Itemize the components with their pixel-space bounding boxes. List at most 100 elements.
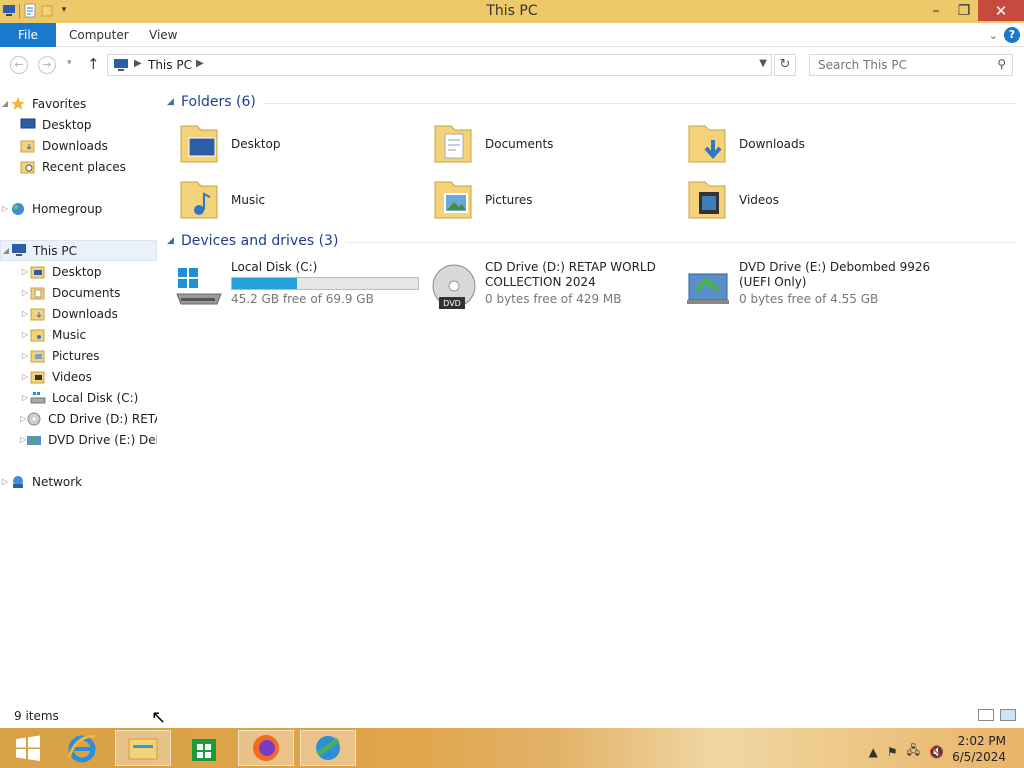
expand-icon[interactable]: ▷ xyxy=(20,288,30,297)
expand-icon[interactable]: ▷ xyxy=(0,477,10,486)
folder-pictures[interactable]: Pictures xyxy=(421,174,671,226)
folder-icon xyxy=(30,306,47,321)
nav-pc-dvd-drive[interactable]: ▷ DVD Drive (E:) Debor xyxy=(0,429,157,450)
store-icon[interactable] xyxy=(176,730,232,766)
address-bar[interactable]: ▶ This PC ▶ ▼ xyxy=(107,54,772,76)
folder-documents[interactable]: Documents xyxy=(421,118,671,170)
folder-downloads[interactable]: Downloads xyxy=(675,118,925,170)
up-button[interactable]: ↑ xyxy=(87,55,100,73)
start-button[interactable] xyxy=(0,730,56,766)
nav-pc-desktop[interactable]: ▷ Desktop xyxy=(0,261,157,282)
this-pc-icon xyxy=(113,58,129,72)
hard-drive-icon xyxy=(30,390,47,405)
folders-group-header[interactable]: ◢ Folders (6) xyxy=(167,94,1017,110)
mouse-cursor-icon: ↖ xyxy=(151,707,167,728)
show-hidden-icons-icon[interactable]: ▲ xyxy=(869,745,878,759)
volume-muted-icon[interactable]: 🔇 xyxy=(929,745,944,759)
nav-label: Desktop xyxy=(42,117,92,132)
clock[interactable]: 2:02 PM 6/5/2024 xyxy=(952,733,1006,765)
nav-pc-pictures[interactable]: ▷ Pictures xyxy=(0,345,157,366)
close-button[interactable]: ✕ xyxy=(978,0,1024,21)
expand-icon[interactable]: ▷ xyxy=(20,330,30,339)
drive-dvd[interactable]: DVD Drive (E:) Debombed 9926 (UEFI Only)… xyxy=(675,260,930,314)
drive-usage-bar xyxy=(231,277,419,290)
breadcrumb-chevron-icon[interactable]: ▶ xyxy=(134,58,142,69)
nav-favorites-downloads[interactable]: Downloads xyxy=(0,135,157,156)
nav-label: Downloads xyxy=(52,306,118,321)
nav-homegroup[interactable]: ▷ Homegroup xyxy=(0,198,157,219)
downloads-folder-icon xyxy=(20,138,37,153)
nav-label: Local Disk (C:) xyxy=(52,390,139,405)
tab-view[interactable]: View xyxy=(149,23,177,47)
download-manager-icon[interactable] xyxy=(300,730,356,766)
folder-music[interactable]: Music xyxy=(167,174,417,226)
address-dropdown-icon[interactable]: ▼ xyxy=(759,58,767,69)
expand-icon[interactable]: ▷ xyxy=(20,351,30,360)
pictures-folder-icon xyxy=(429,176,477,224)
forward-button[interactable]: → xyxy=(38,56,56,74)
nav-label: Downloads xyxy=(42,138,108,153)
tile-label: Downloads xyxy=(739,137,805,151)
internet-explorer-icon[interactable] xyxy=(54,730,110,766)
recent-locations-icon[interactable]: ▾ xyxy=(67,58,72,68)
collapse-icon[interactable]: ◢ xyxy=(167,236,181,246)
expand-ribbon-icon[interactable]: ⌄ xyxy=(989,29,998,42)
dvd-drive-icon xyxy=(26,432,43,447)
expand-icon[interactable]: ▷ xyxy=(0,204,10,213)
folder-videos[interactable]: Videos xyxy=(675,174,925,226)
nav-favorites-recent[interactable]: Recent places xyxy=(0,156,157,177)
nav-favorites[interactable]: ◢ Favorites xyxy=(0,93,157,114)
ribbon-tabs: File Computer View ⌄ ? xyxy=(0,23,1024,47)
collapse-icon[interactable]: ◢ xyxy=(1,246,11,255)
nav-network[interactable]: ▷ Network xyxy=(0,471,157,492)
nav-pc-downloads[interactable]: ▷ Downloads xyxy=(0,303,157,324)
network-status-icon[interactable]: 🖧 xyxy=(907,741,920,762)
search-icon[interactable]: ⚲ xyxy=(997,57,1006,71)
folder-icon xyxy=(30,285,47,300)
nav-label: Documents xyxy=(52,285,121,300)
recent-places-icon xyxy=(20,159,37,174)
action-center-flag-icon[interactable]: ⚑ xyxy=(887,745,898,759)
expand-icon[interactable]: ▷ xyxy=(20,267,30,276)
help-icon[interactable]: ? xyxy=(1004,27,1020,43)
search-input[interactable] xyxy=(818,58,978,72)
system-tray: ▲ ⚑ 🖧 🔇 xyxy=(869,741,944,762)
breadcrumb-chevron-icon[interactable]: ▶ xyxy=(196,58,204,69)
drives-group-header[interactable]: ◢ Devices and drives (3) xyxy=(167,233,1017,249)
expand-icon[interactable]: ▷ xyxy=(20,309,30,318)
videos-folder-icon xyxy=(683,176,731,224)
search-box[interactable]: ⚲ xyxy=(809,54,1013,76)
nav-this-pc[interactable]: ◢ This PC xyxy=(0,240,157,261)
svg-text:DVD: DVD xyxy=(443,299,461,308)
back-button[interactable]: ← xyxy=(10,56,28,74)
large-icons-view-icon[interactable] xyxy=(1000,709,1016,721)
collapse-icon[interactable]: ◢ xyxy=(167,97,181,107)
expand-icon[interactable]: ▷ xyxy=(20,372,30,381)
nav-label: Recent places xyxy=(42,159,126,174)
expand-icon[interactable]: ▷ xyxy=(20,393,30,402)
star-icon xyxy=(10,96,27,111)
firefox-icon[interactable] xyxy=(238,730,294,766)
breadcrumb[interactable]: This PC xyxy=(148,58,192,72)
folder-desktop[interactable]: Desktop xyxy=(167,118,417,170)
nav-pc-cd-drive[interactable]: ▷ CD Drive (D:) RETAP xyxy=(0,408,157,429)
file-explorer-icon[interactable] xyxy=(115,730,171,766)
window-controls: – ❐ ✕ xyxy=(922,0,1024,21)
collapse-icon[interactable]: ◢ xyxy=(0,99,10,108)
restore-button[interactable]: ❐ xyxy=(950,0,978,21)
desktop-icon xyxy=(20,117,37,132)
tab-computer[interactable]: Computer xyxy=(69,23,129,47)
nav-favorites-desktop[interactable]: Desktop xyxy=(0,114,157,135)
nav-pc-documents[interactable]: ▷ Documents xyxy=(0,282,157,303)
homegroup-icon xyxy=(10,201,27,216)
nav-pc-music[interactable]: ▷ Music xyxy=(0,324,157,345)
drive-cd[interactable]: DVD CD Drive (D:) RETAP WORLD COLLECTION… xyxy=(421,260,671,314)
refresh-button[interactable]: ↻ xyxy=(774,54,796,76)
tab-file[interactable]: File xyxy=(0,23,56,47)
drive-local-disk[interactable]: Local Disk (C:) 45.2 GB free of 69.9 GB xyxy=(167,260,419,314)
window-title: This PC xyxy=(486,3,538,19)
minimize-button[interactable]: – xyxy=(922,0,950,21)
nav-pc-local-disk[interactable]: ▷ Local Disk (C:) xyxy=(0,387,157,408)
nav-pc-videos[interactable]: ▷ Videos xyxy=(0,366,157,387)
details-view-icon[interactable] xyxy=(978,709,994,721)
